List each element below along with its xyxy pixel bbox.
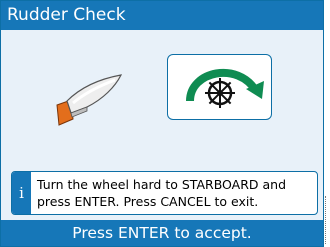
rudder-check-screen: Rudder Check i Turn the wheel hard to ST… <box>0 0 324 247</box>
accept-prompt-label: Press ENTER to accept. <box>72 224 252 242</box>
info-line-1: Turn the wheel hard to STARBOARD and <box>37 177 287 192</box>
info-icon: i <box>12 172 31 214</box>
info-line-2: press ENTER. Press CANCEL to exit. <box>37 194 259 209</box>
info-message-box: i Turn the wheel hard to STARBOARD and p… <box>11 171 318 215</box>
page-title: Rudder Check <box>7 5 126 25</box>
info-message: Turn the wheel hard to STARBOARD and pre… <box>37 176 313 210</box>
boat-rudder-icon <box>51 67 126 137</box>
title-bar: Rudder Check <box>1 1 323 30</box>
accept-prompt-bar[interactable]: Press ENTER to accept. <box>1 220 323 246</box>
ship-wheel-icon <box>205 78 235 108</box>
wheel-starboard-button[interactable] <box>167 54 272 120</box>
edge-divider <box>325 196 330 244</box>
